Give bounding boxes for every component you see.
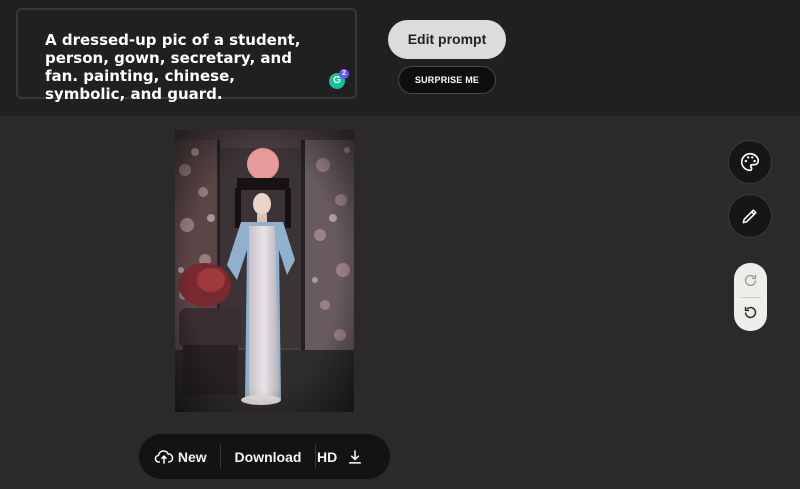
generated-image[interactable] bbox=[175, 130, 354, 412]
pencil-icon bbox=[742, 209, 757, 224]
surprise-me-button[interactable]: SURPRISE ME bbox=[398, 66, 496, 94]
cloud-upload-icon bbox=[154, 450, 174, 464]
download-button[interactable]: Download bbox=[222, 434, 314, 479]
divider bbox=[220, 444, 221, 469]
pencil-button[interactable] bbox=[728, 194, 772, 238]
undo-icon[interactable] bbox=[742, 304, 759, 321]
new-label: New bbox=[177, 448, 207, 465]
prompt-text[interactable]: A dressed-up pic of a student, person, g… bbox=[45, 31, 315, 103]
divider bbox=[315, 444, 316, 469]
grammarly-badge: 2 bbox=[339, 69, 349, 79]
download-icon bbox=[349, 450, 361, 464]
generated-painting bbox=[175, 130, 354, 412]
hd-label: HD bbox=[317, 448, 338, 465]
download-label: Download bbox=[234, 448, 302, 465]
history-divider bbox=[740, 297, 761, 298]
palette-button[interactable] bbox=[728, 140, 772, 184]
prompt-input[interactable]: A dressed-up pic of a student, person, g… bbox=[16, 8, 357, 103]
edit-prompt-button[interactable]: Edit prompt bbox=[388, 20, 506, 59]
history-controls bbox=[734, 263, 767, 331]
hd-download-button[interactable]: HD bbox=[317, 434, 379, 479]
redo-icon[interactable] bbox=[742, 272, 759, 289]
palette-icon bbox=[741, 152, 760, 172]
image-action-bar: New Download HD bbox=[139, 434, 390, 479]
top-bar: A dressed-up pic of a student, person, g… bbox=[0, 0, 800, 116]
new-button[interactable]: New bbox=[154, 434, 220, 479]
